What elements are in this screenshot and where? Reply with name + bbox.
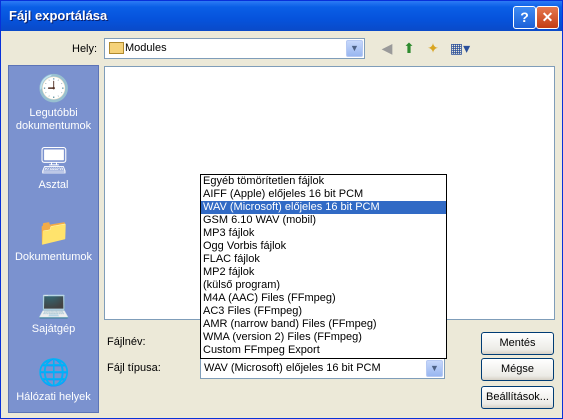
up-folder-icon[interactable]: ⬆ (400, 39, 418, 57)
dropdown-option[interactable]: AC3 Files (FFmpeg) (201, 305, 446, 318)
dropdown-option[interactable]: GSM 6.10 WAV (mobil) (201, 214, 446, 227)
options-button[interactable]: Beállítások... (481, 386, 554, 409)
dropdown-option[interactable]: Custom FFmpeg Export (201, 344, 446, 357)
dropdown-option[interactable]: M4A (AAC) Files (FFmpeg) (201, 292, 446, 305)
place-label: Hálózati helyek (16, 391, 91, 403)
folder-icon (109, 42, 124, 54)
filetype-label: Fájl típusa: (107, 362, 161, 374)
dropdown-option[interactable]: WMA (version 2) Files (FFmpeg) (201, 331, 446, 344)
recent-docs-icon: 🕘 (37, 73, 70, 103)
place-label: Asztal (38, 179, 69, 191)
location-combo[interactable]: Modules ▼ (104, 38, 365, 59)
dropdown-option-selected[interactable]: WAV (Microsoft) előjeles 16 bit PCM (201, 201, 446, 214)
location-value: Modules (125, 42, 167, 54)
documents-folder-icon: 📁 (37, 217, 70, 247)
dropdown-option[interactable]: AMR (narrow band) Files (FFmpeg) (201, 318, 446, 331)
place-desktop[interactable]: 🖥 Asztal (9, 144, 98, 192)
dropdown-option[interactable]: MP2 fájlok (201, 266, 446, 279)
dropdown-option[interactable]: FLAC fájlok (201, 253, 446, 266)
chevron-down-icon[interactable]: ▼ (426, 360, 443, 377)
title-bar[interactable]: Fájl exportálása ? ✕ (1, 1, 562, 31)
window-title: Fájl exportálása (9, 8, 108, 23)
place-label: Dokumentumok (14, 251, 93, 263)
save-button[interactable]: Mentés (481, 332, 554, 355)
places-bar: 🕘 Legutóbbi dokumentumok 🖥 Asztal 📁 Doku… (8, 65, 99, 413)
view-menu-icon[interactable]: ▦▾ (448, 39, 472, 57)
place-network[interactable]: 🌐 Hálózati helyek (9, 356, 98, 404)
network-places-icon: 🌐 (37, 357, 70, 387)
place-recent[interactable]: 🕘 Legutóbbi dokumentumok (9, 72, 98, 133)
filetype-dropdown-list[interactable]: Egyéb tömörítetlen fájlok AIFF (Apple) e… (200, 174, 447, 359)
chevron-down-icon[interactable]: ▼ (346, 40, 363, 57)
filename-label: Fájlnév: (107, 336, 146, 348)
new-folder-icon[interactable]: ✦ (424, 39, 442, 57)
back-icon[interactable]: ◀ (378, 39, 396, 57)
dropdown-option[interactable]: MP3 fájlok (201, 227, 446, 240)
place-documents[interactable]: 📁 Dokumentumok (9, 216, 98, 264)
desktop-icon: 🖥 (37, 145, 71, 175)
dropdown-option[interactable]: (külső program) (201, 279, 446, 292)
place-my-computer[interactable]: 💻 Sajátgép (9, 288, 98, 336)
help-button[interactable]: ? (513, 6, 536, 29)
filetype-value: WAV (Microsoft) előjeles 16 bit PCM (204, 362, 381, 374)
my-computer-icon: 💻 (37, 289, 70, 319)
dropdown-option[interactable]: AIFF (Apple) előjeles 16 bit PCM (201, 188, 446, 201)
close-button[interactable]: ✕ (536, 6, 559, 29)
dropdown-option[interactable]: Ogg Vorbis fájlok (201, 240, 446, 253)
place-label: Legutóbbi dokumentumok (15, 107, 92, 132)
location-label: Hely: (72, 43, 98, 55)
filetype-combo[interactable]: WAV (Microsoft) előjeles 16 bit PCM ▼ (200, 358, 445, 379)
export-dialog: Fájl exportálása ? ✕ Hely: Modules ▼ ◀ ⬆… (0, 0, 563, 419)
place-label: Sajátgép (31, 323, 76, 335)
cancel-button[interactable]: Mégse (481, 358, 554, 381)
dropdown-option[interactable]: Egyéb tömörítetlen fájlok (201, 175, 446, 188)
